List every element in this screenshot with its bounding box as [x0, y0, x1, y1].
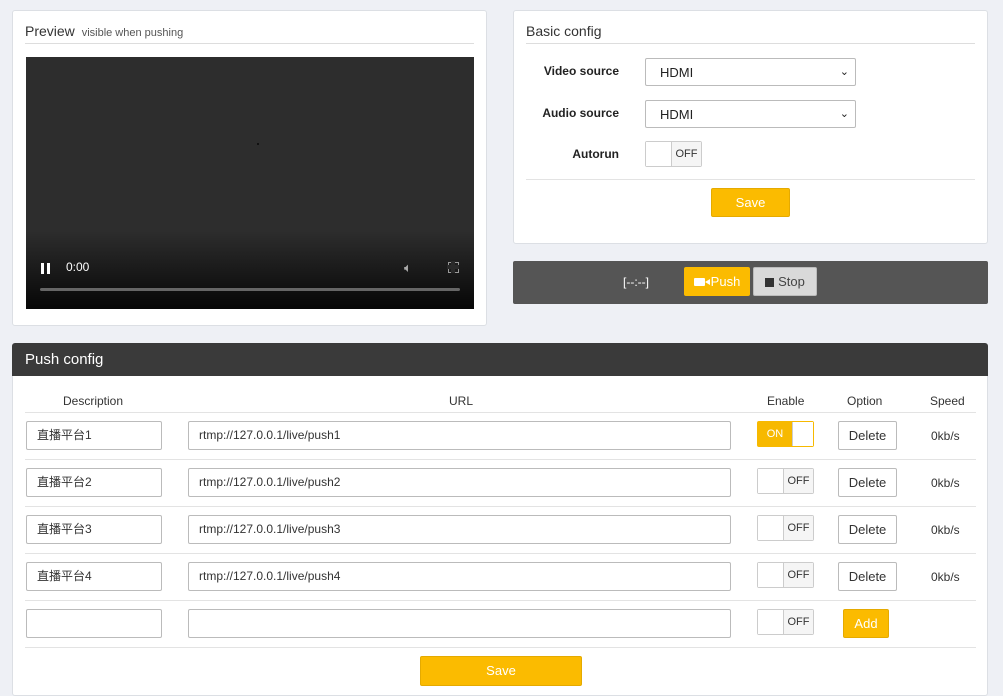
add-button[interactable]: Add [843, 609, 889, 638]
column-header-description: Description [63, 394, 124, 408]
column-header-option: Option [847, 394, 883, 408]
row-divider [25, 412, 976, 413]
speed-value: 0kb/s [931, 476, 960, 490]
row-divider [25, 459, 976, 460]
stream-timer: [--:--] [623, 275, 649, 289]
speed-value: 0kb/s [931, 523, 960, 537]
push-config-title: Push config [12, 343, 988, 376]
row-divider [25, 600, 976, 601]
stop-label: Stop [778, 274, 805, 289]
column-header-enable: Enable [767, 394, 805, 408]
enable-toggle[interactable]: OFF [757, 515, 814, 541]
row-divider [25, 647, 976, 648]
preview-title-text: Preview [25, 23, 75, 39]
speed-value: 0kb/s [931, 429, 960, 443]
basic-config-title: Basic config [526, 23, 975, 44]
new-enable-toggle[interactable]: OFF [757, 609, 814, 635]
description-input[interactable]: 直播平台4 [26, 562, 162, 591]
video-time: 0:00 [66, 260, 90, 274]
video-source-select[interactable]: HDMI ⌄ [645, 58, 856, 86]
column-header-url: URL [449, 394, 474, 408]
enable-state: OFF [783, 610, 813, 634]
autorun-state: OFF [671, 142, 701, 166]
video-source-row: Video source HDMI ⌄ [514, 58, 987, 86]
enable-toggle[interactable]: OFF [757, 562, 814, 588]
delete-button[interactable]: Delete [838, 468, 897, 497]
description-input[interactable]: 直播平台3 [26, 515, 162, 544]
url-input[interactable]: rtmp://127.0.0.1/live/push4 [188, 562, 731, 591]
audio-source-select[interactable]: HDMI ⌄ [645, 100, 856, 128]
preview-panel: Preview visible when pushing 0:00 🔈︎ [12, 10, 487, 326]
video-source-value: HDMI [660, 65, 694, 80]
speed-value: 0kb/s [931, 570, 960, 584]
delete-button[interactable]: Delete [838, 421, 897, 450]
enable-toggle[interactable]: OFF [757, 468, 814, 494]
audio-source-row: Audio source HDMI ⌄ [514, 100, 987, 128]
video-player[interactable]: 0:00 🔈︎ [26, 57, 474, 309]
description-input[interactable]: 直播平台2 [26, 468, 162, 497]
video-camera-icon [693, 278, 710, 286]
url-input[interactable]: rtmp://127.0.0.1/live/push1 [188, 421, 731, 450]
enable-state: ON [758, 422, 792, 446]
chevron-down-icon: ⌄ [839, 108, 849, 120]
video-source-label: Video source [543, 64, 619, 78]
stream-control-bar: [--:--] Push Stop [513, 261, 988, 304]
autorun-row: Autorun OFF [514, 141, 987, 169]
push-config-save-button[interactable]: Save [420, 656, 582, 686]
enable-toggle[interactable]: ON [757, 421, 814, 447]
enable-state: OFF [783, 516, 813, 540]
new-description-input[interactable] [26, 609, 162, 638]
delete-button[interactable]: Delete [838, 562, 897, 591]
row-divider [25, 553, 976, 554]
toggle-knob [792, 422, 813, 446]
push-label: Push [710, 274, 741, 289]
new-url-input[interactable] [188, 609, 731, 638]
row-divider [25, 506, 976, 507]
audio-source-value: HDMI [660, 107, 694, 122]
stop-button[interactable]: Stop [753, 267, 817, 296]
push-config-panel: Push config Description URL Enable Optio… [12, 343, 988, 696]
autorun-toggle[interactable]: OFF [645, 141, 702, 167]
basic-save-button[interactable]: Save [711, 188, 790, 217]
fullscreen-icon[interactable] [447, 261, 459, 273]
delete-button[interactable]: Delete [838, 515, 897, 544]
volume-icon[interactable]: 🔈︎ [404, 260, 412, 276]
description-input[interactable]: 直播平台1 [26, 421, 162, 450]
divider [526, 179, 975, 180]
enable-state: OFF [783, 469, 813, 493]
enable-state: OFF [783, 563, 813, 587]
audio-source-label: Audio source [542, 106, 619, 120]
preview-title: Preview visible when pushing [25, 23, 474, 44]
push-button[interactable]: Push [684, 267, 750, 296]
column-header-speed: Speed [930, 394, 965, 408]
url-input[interactable]: rtmp://127.0.0.1/live/push2 [188, 468, 731, 497]
video-artifact [257, 143, 259, 145]
autorun-label: Autorun [572, 147, 619, 161]
basic-config-panel: Basic config Video source HDMI ⌄ Audio s… [513, 10, 988, 244]
stop-icon [765, 278, 775, 287]
pause-icon[interactable] [41, 263, 52, 274]
chevron-down-icon: ⌄ [839, 66, 849, 78]
video-progress-bar[interactable] [40, 288, 460, 291]
preview-subtitle: visible when pushing [81, 27, 184, 39]
url-input[interactable]: rtmp://127.0.0.1/live/push3 [188, 515, 731, 544]
